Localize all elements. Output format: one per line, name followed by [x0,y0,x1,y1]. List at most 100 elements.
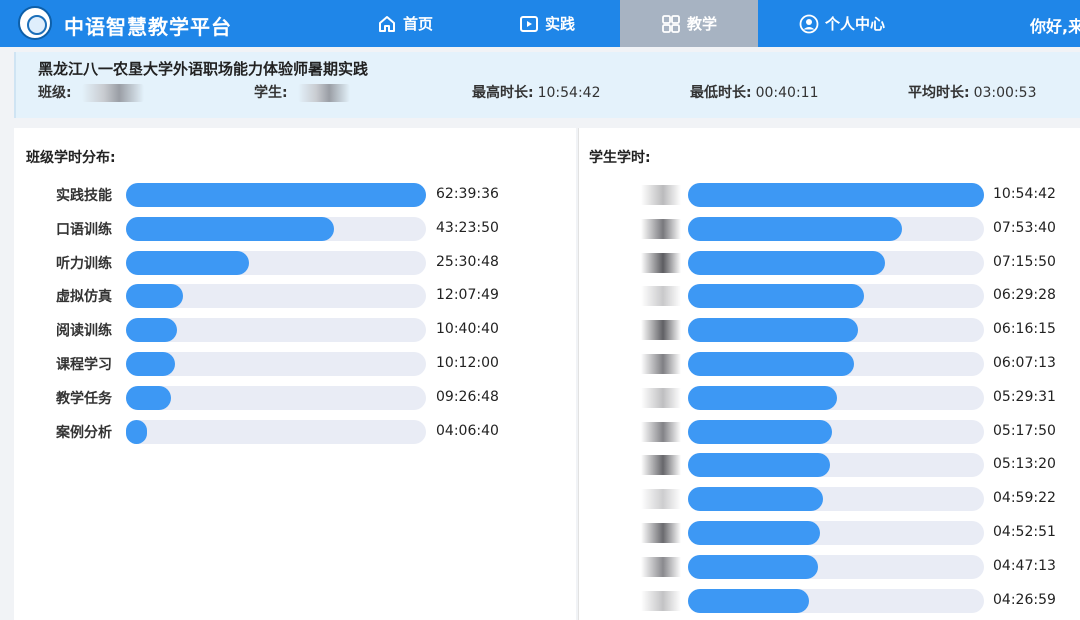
bar-fill [688,250,886,275]
class-hours-row: 虚拟仿真 12:07:49 [14,284,576,309]
redacted-student-name [641,252,681,273]
bar-track [688,250,984,275]
class-hours-row: 口语训练 43:23:50 [14,216,576,241]
category-label: 实践技能 [56,188,112,204]
bar-track [688,318,984,343]
class-hours-title: 班级学时分布: [26,150,116,166]
bar-fill [126,352,175,376]
student-hours-row: 04:26:59 [579,588,1080,613]
min-duration-label: 最低时长: [690,85,752,101]
bar-fill [688,318,858,343]
student-stat: 学生: [254,82,350,102]
redacted-student-name [641,590,681,611]
bar-track [688,554,984,579]
bar-track [126,419,426,444]
duration-value: 12:07:49 [436,287,499,304]
avg-duration-value: 03:00:53 [973,85,1037,101]
duration-value: 04:06:40 [436,422,499,439]
bar-track [688,385,984,410]
category-label: 听力训练 [56,255,112,272]
class-hours-row: 听力训练 25:30:48 [14,250,576,275]
class-label: 班级: [38,85,72,101]
nav-personal-center[interactable]: 个人中心 [799,0,885,47]
bar-fill [126,250,249,275]
avg-duration-stat: 平均时长: 03:00:53 [908,82,1037,102]
bar-fill [126,419,147,444]
bar-fill [688,554,818,579]
nav-personal-label: 个人中心 [825,15,886,33]
student-label: 学生: [254,85,288,101]
class-hours-panel: 班级学时分布: 实践技能 62:39:36 口语训练 43:23:50 听力训练 25:3… [14,128,576,620]
bar-fill [126,216,334,241]
category-label: 教学任务 [56,390,112,407]
duration-value: 62:39:36 [436,186,499,202]
student-hours-row: 05:17:50 [579,419,1080,444]
student-hours-row: 07:53:40 [579,216,1080,241]
duration-value: 10:12:00 [436,355,499,371]
duration-value: 04:59:22 [993,490,1056,507]
nav-home[interactable]: 首页 [377,0,433,47]
bar-track [688,453,984,478]
course-title: 黑龙江八一农垦大学外语职场能力体验师暑期实践 [38,60,369,78]
top-nav-bar: 中语智慧教学平台 首页 实践 教学 个人中心 你好,来 [0,0,1080,47]
redacted-student-name [641,320,681,341]
bar-track [126,284,426,309]
bar-fill [688,385,837,410]
min-duration-value: 00:40:11 [755,85,819,101]
bar-track [688,521,984,545]
nav-practice[interactable]: 实践 [519,0,575,47]
duration-value: 07:53:40 [993,219,1056,236]
user-greeting[interactable]: 你好,来 [1030,13,1080,37]
nav-home-label: 首页 [403,15,434,33]
max-duration-stat: 最高时长: 10:54:42 [472,82,601,102]
bar-fill [688,183,984,207]
student-hours-row: 04:47:13 [579,554,1080,579]
school-logo-icon[interactable] [18,6,52,40]
nav-practice-label: 实践 [545,15,576,33]
play-icon [519,14,539,34]
category-label: 阅读训练 [56,323,112,340]
category-label: 虚拟仿真 [56,289,112,306]
bar-track [126,216,426,241]
bar-track [126,385,426,410]
bar-track [688,487,984,512]
duration-value: 04:47:13 [993,557,1056,574]
bar-fill [688,487,824,512]
grid-icon [661,14,681,34]
duration-value: 05:17:50 [993,422,1056,439]
bar-track [688,284,984,309]
duration-value: 04:52:51 [993,524,1056,540]
redacted-student-name [641,286,681,307]
duration-value: 43:23:50 [436,219,499,236]
bar-fill [126,385,171,410]
bar-fill [126,183,426,207]
bar-track [126,183,426,207]
redacted-student-name [641,218,681,239]
duration-value: 06:07:13 [993,355,1056,371]
bar-fill [688,352,855,376]
redacted-student-name [641,185,681,205]
duration-value: 09:26:48 [436,388,499,405]
student-hours-row: 04:59:22 [579,487,1080,512]
redacted-student-name [641,387,681,408]
student-hours-row: 06:07:13 [579,352,1080,376]
duration-value: 10:40:40 [436,321,499,338]
student-hours-row: 04:52:51 [579,521,1080,545]
class-stat: 班级: [38,82,144,102]
class-hours-row: 实践技能 62:39:36 [14,183,576,207]
max-duration-label: 最高时长: [472,85,534,101]
bar-fill [688,453,830,478]
student-hours-title: 学生学时: [589,150,651,166]
duration-value: 06:16:15 [993,321,1056,338]
bar-track [126,250,426,275]
duration-value: 07:15:50 [993,253,1056,270]
redacted-student-name [641,489,681,510]
max-duration-value: 10:54:42 [537,85,601,101]
duration-value: 05:13:20 [993,456,1056,473]
nav-teaching[interactable]: 教学 [620,0,758,47]
bar-fill [688,521,821,545]
home-icon [377,14,397,34]
student-hours-row: 05:13:20 [579,453,1080,478]
student-hours-row: 06:29:28 [579,284,1080,309]
duration-value: 06:29:28 [993,287,1056,304]
